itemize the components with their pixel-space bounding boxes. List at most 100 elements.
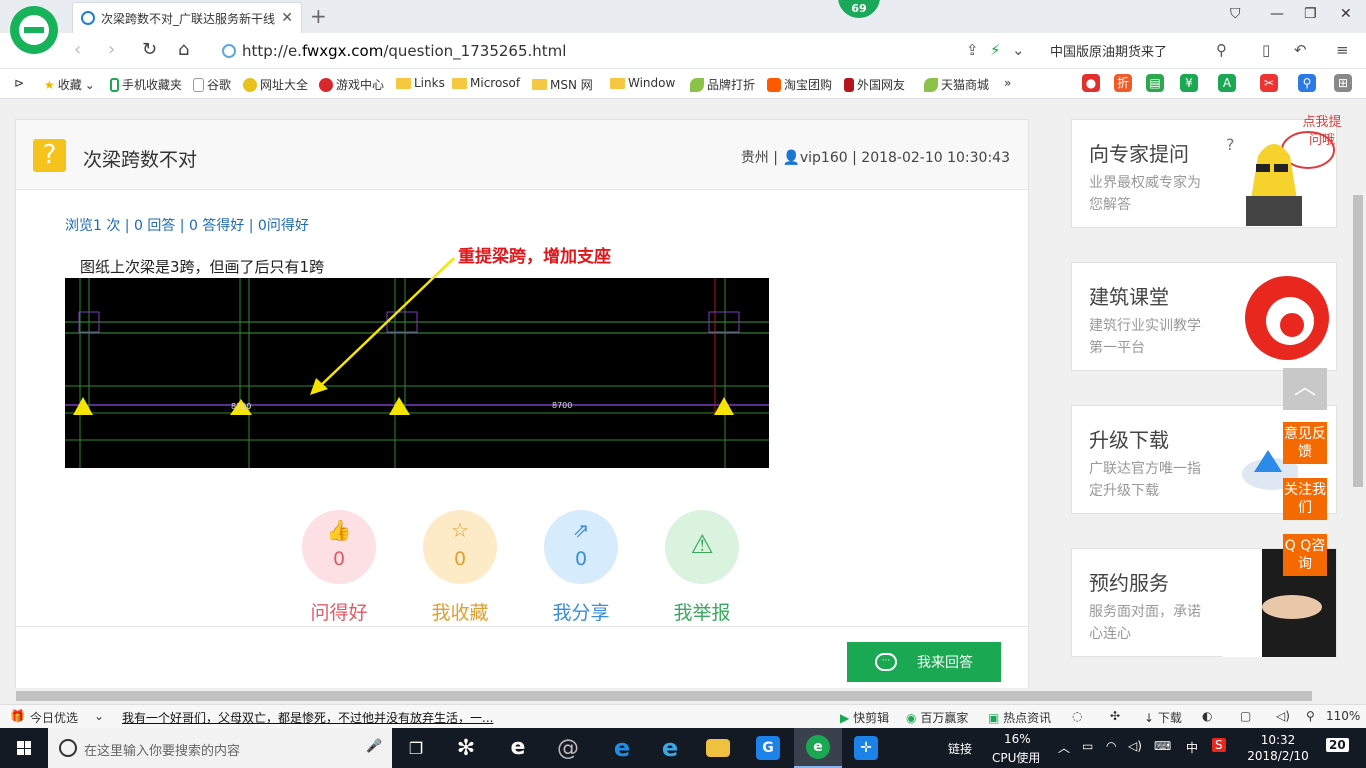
taskbar-app-fan[interactable]: ✻	[442, 728, 490, 768]
discount-icon[interactable]: 折	[1114, 74, 1132, 92]
hot-news[interactable]: ▣ 热点资讯	[988, 709, 1051, 726]
browser-tab-active[interactable]: 次梁跨数不对_广联达服务新干线 ✕	[72, 2, 302, 33]
qq-consult-button[interactable]: Q Q咨询	[1283, 534, 1327, 576]
undo-icon[interactable]: ↶	[1294, 41, 1307, 59]
apps-grid-icon[interactable]: ⊞	[1334, 74, 1352, 92]
taskbar-search[interactable]: 在这里输入你要搜索的内容 🎤	[48, 728, 392, 768]
share-label[interactable]: 我分享	[544, 598, 618, 625]
taskbar-app-explorer[interactable]	[694, 728, 742, 768]
search-icon[interactable]: ⚲	[1298, 74, 1316, 92]
bookmark-google[interactable]: 谷歌	[193, 76, 231, 93]
bookmark-taobao[interactable]: 淘宝团购	[767, 76, 832, 93]
tray-links[interactable]: 链接	[948, 740, 972, 757]
battery-icon[interactable]: ▭	[1082, 739, 1093, 753]
ie-mode-icon[interactable]: ◐	[1202, 709, 1212, 723]
favorite-circle[interactable]: ☆ 0	[423, 510, 497, 584]
volume-icon[interactable]: ◁)	[1128, 739, 1142, 753]
daily-picks[interactable]: 今日优选	[30, 709, 78, 726]
ask-well-action[interactable]: 👍 0 问得好	[302, 510, 376, 625]
taskbar-app-browser[interactable]: e	[494, 728, 542, 768]
news-ticker[interactable]: 中国版原油期货来了	[1050, 41, 1167, 60]
url-field[interactable]: http://e.fwxgx.com/question_1735265.html	[222, 38, 1030, 64]
zoom-icon[interactable]: ⚲	[1306, 709, 1315, 723]
share-circle[interactable]: ⇗ 0	[544, 510, 618, 584]
forward-button[interactable]: ›	[108, 39, 115, 60]
pin-icon[interactable]: ✣	[1110, 709, 1120, 723]
bookmark-favorites[interactable]: ★ 收藏 ⌄	[44, 76, 95, 93]
zoom-level[interactable]: 110%	[1326, 709, 1360, 723]
speed-icon[interactable]: ◌	[1072, 709, 1082, 723]
follow-us-button[interactable]: 关注我们	[1283, 478, 1327, 520]
browser-logo-icon[interactable]	[10, 6, 58, 54]
bookmark-links[interactable]: Links	[396, 76, 445, 90]
refresh-icon[interactable]: ↻	[142, 39, 157, 60]
report-label[interactable]: 我举报	[665, 598, 739, 625]
tray-expand-icon[interactable]: ︿	[1058, 739, 1070, 756]
report-action[interactable]: ⚠ 我举报	[665, 510, 739, 625]
bookmark-portal[interactable]: 网址大全	[243, 76, 308, 93]
taskbar-app-2345[interactable]: e	[794, 728, 842, 768]
shield-icon[interactable]: ¥	[1180, 74, 1198, 92]
taskbar-app-spiral[interactable]: @	[544, 728, 592, 768]
report-circle[interactable]: ⚠	[665, 510, 739, 584]
share-action[interactable]: ⇗ 0 我分享	[544, 510, 618, 625]
new-tab-button[interactable]: +	[310, 4, 327, 28]
horizontal-scroll-thumb[interactable]	[16, 691, 1312, 701]
favorite-action[interactable]: ☆ 0 我收藏	[423, 510, 497, 625]
ask-me-bubble[interactable]: 点我提问哦	[1302, 114, 1342, 150]
panel-classroom[interactable]: 建筑课堂 建筑行业实训教学第一平台	[1071, 262, 1337, 371]
bookmark-mobile[interactable]: 手机收藏夹	[110, 76, 182, 93]
taskbar-app-glodon[interactable]: G	[744, 728, 792, 768]
scissors-icon[interactable]: ✂	[1260, 74, 1278, 92]
downloads[interactable]: ↓ 下载	[1144, 709, 1182, 726]
reader-icon[interactable]: ▤	[1146, 74, 1164, 92]
translate-icon[interactable]: A	[1218, 74, 1236, 92]
chevron-down-icon[interactable]: ⌄	[1012, 41, 1025, 59]
notification-count[interactable]: 20	[1326, 738, 1349, 752]
wifi-icon[interactable]: ◠	[1106, 739, 1116, 753]
question-user[interactable]: vip160	[800, 150, 848, 166]
tab-close-icon[interactable]: ✕	[281, 10, 293, 26]
keyboard-icon[interactable]: ⌨	[1154, 739, 1171, 753]
menu-icon[interactable]: ≡	[1336, 41, 1349, 59]
score-badge[interactable]: 69	[836, 0, 882, 20]
taskbar-app-tool[interactable]: ✛	[842, 728, 890, 768]
share-icon[interactable]: ⇪	[966, 41, 979, 59]
bookmarks-more[interactable]: »	[1004, 76, 1011, 90]
bookmark-windows[interactable]: Window	[610, 76, 675, 90]
system-clock[interactable]: 10:32 2018/2/10	[1246, 732, 1310, 764]
bookmark-microsoft[interactable]: Microsof	[452, 76, 520, 90]
back-to-top-button[interactable]: ︿	[1283, 368, 1327, 410]
vertical-scroll-thumb[interactable]	[1353, 195, 1363, 487]
ask-well-label[interactable]: 问得好	[302, 598, 376, 625]
search-icon[interactable]: ⚲	[1216, 41, 1227, 59]
sound-icon[interactable]: ◁)	[1276, 709, 1290, 723]
start-button[interactable]	[0, 728, 48, 768]
favorite-label[interactable]: 我收藏	[423, 598, 497, 625]
minimize-button[interactable]: —	[1270, 6, 1284, 22]
bookmark-brand-sale[interactable]: 品牌打折	[690, 76, 755, 93]
microphone-icon[interactable]: 🎤	[366, 739, 382, 754]
sidebar-toggle-icon[interactable]: ⊳	[14, 76, 24, 90]
million-winner[interactable]: ◉ 百万赢家	[906, 709, 968, 726]
sogou-icon[interactable]: S	[1212, 738, 1226, 752]
quick-edit[interactable]: ▶ 快剪辑	[840, 709, 889, 726]
taskbar-app-ie[interactable]: e	[646, 728, 694, 768]
restore-button[interactable]: ❐	[1304, 6, 1317, 22]
task-view-button[interactable]: ❐	[392, 728, 440, 768]
home-icon[interactable]: ⌂	[178, 39, 189, 60]
bookmark-games[interactable]: 游戏中心	[319, 76, 384, 93]
chevron-down-icon[interactable]: ⌄	[94, 709, 104, 723]
headline-link[interactable]: 我有一个好哥们，父母双亡，都是惨死，不过他并没有放弃生活，一...	[122, 709, 493, 726]
horizontal-scrollbar[interactable]	[0, 688, 1366, 704]
bookmark-msn[interactable]: MSN 网	[532, 76, 593, 93]
url-text[interactable]: http://e.fwxgx.com/question_1735265.html	[242, 42, 566, 60]
panel-ask-expert[interactable]: 向专家提问 业界最权威专家为您解答 ? 点我提问哦	[1071, 115, 1342, 228]
bookmark-foreign[interactable]: 外国网友	[844, 76, 905, 93]
ime-indicator[interactable]: 中	[1186, 739, 1198, 756]
mobile-icon[interactable]: ▯	[1262, 41, 1270, 59]
close-window-button[interactable]: ✕	[1340, 6, 1352, 22]
vertical-scrollbar[interactable]	[1350, 99, 1366, 688]
extension-red-icon[interactable]: ●	[1082, 74, 1100, 92]
back-button[interactable]: ‹	[74, 39, 81, 60]
